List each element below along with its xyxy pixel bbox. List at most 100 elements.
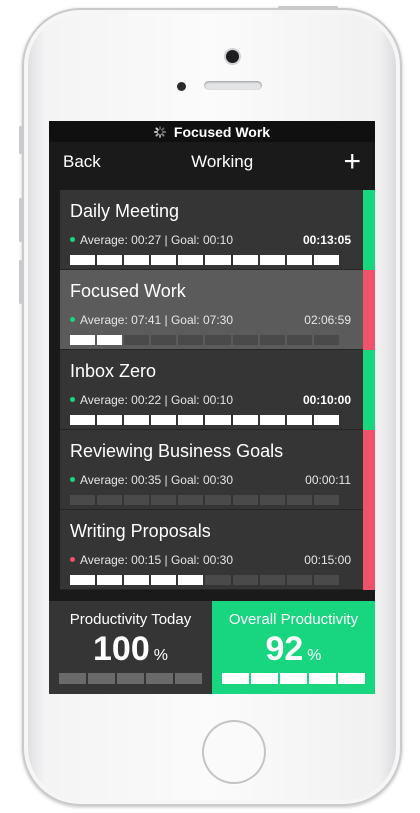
- productivity-bar-segment: [251, 673, 278, 684]
- goal-status-indicator: [363, 270, 375, 350]
- app-screen: Focused Work Back Working + Daily Meetin…: [49, 121, 375, 694]
- power-button: [278, 6, 338, 9]
- productivity-bar-segment: [117, 673, 144, 684]
- status-dot-icon: [70, 477, 75, 483]
- goal-status-indicator: [363, 510, 375, 590]
- task-elapsed-time: 00:00:11: [305, 473, 351, 487]
- task-average-goal: Average: 07:41 | Goal: 07:30: [70, 313, 233, 327]
- productivity-bar-segment: [175, 673, 202, 684]
- nav-title: Working: [191, 152, 254, 171]
- productivity-bar-segment: [88, 673, 115, 684]
- task-elapsed-time: 00:15:00: [304, 553, 351, 567]
- progress-segment: [178, 575, 204, 585]
- productivity-today-number: 100: [93, 630, 150, 668]
- task-name: Writing Proposals: [70, 521, 211, 541]
- task-meta: Average: 00:15 | Goal: 00:30 00:15:00: [70, 553, 351, 567]
- progress-segment: [151, 575, 177, 585]
- productivity-bar-segment: [59, 673, 86, 684]
- overall-productivity-unit: %: [307, 647, 322, 664]
- progress-segment: [286, 415, 312, 425]
- overall-productivity-bars: [222, 673, 365, 684]
- progress-segment: [286, 495, 312, 505]
- status-title: Focused Work: [173, 123, 271, 140]
- progress-segment: [97, 495, 123, 505]
- productivity-bar-segment: [146, 673, 173, 684]
- progress-segment: [178, 255, 204, 265]
- productivity-bar-segment: [338, 673, 365, 684]
- status-dot-icon: [70, 397, 75, 403]
- task-meta: Average: 00:22 | Goal: 00:10 00:10:00: [70, 393, 351, 407]
- task-row[interactable]: Inbox Zero Average: 00:22 | Goal: 00:10 00…: [60, 350, 375, 430]
- progress-segment: [313, 335, 339, 345]
- progress-segment: [313, 415, 339, 425]
- progress-segment: [313, 255, 339, 265]
- progress-segment: [151, 335, 177, 345]
- progress-segment: [205, 575, 231, 585]
- earpiece-speaker: [204, 81, 262, 90]
- productivity-bar-segment: [222, 673, 249, 684]
- task-average-text: Average: 00:27 | Goal: 00:10: [80, 233, 234, 247]
- task-average-text: Average: 00:22 | Goal: 00:10: [80, 393, 234, 407]
- status-dot-icon: [70, 557, 75, 563]
- progress-segment: [70, 255, 96, 265]
- progress-segment: [97, 255, 123, 265]
- progress-segment: [97, 415, 123, 425]
- progress-segment: [205, 255, 231, 265]
- overall-productivity-label: Overall Productivity: [228, 611, 359, 628]
- status-dot-icon: [70, 237, 75, 243]
- progress-segment: [178, 335, 204, 345]
- overall-productivity-number: 92: [265, 630, 304, 668]
- progress-segment: [259, 335, 285, 345]
- productivity-today-bars: [59, 673, 202, 684]
- task-elapsed-time: 00:10:00: [302, 393, 351, 407]
- task-row[interactable]: Focused Work Average: 07:41 | Goal: 07:30…: [60, 270, 375, 350]
- productivity-today-label: Productivity Today: [69, 611, 192, 628]
- task-average-goal: Average: 00:22 | Goal: 00:10: [70, 393, 233, 407]
- task-row[interactable]: Writing Proposals Average: 00:15 | Goal: …: [60, 510, 375, 590]
- task-list: Daily Meeting Average: 00:27 | Goal: 00:1…: [60, 190, 375, 601]
- progress-segment: [97, 575, 123, 585]
- task-average-text: Average: 07:41 | Goal: 07:30: [80, 313, 234, 327]
- progress-segment: [205, 415, 231, 425]
- progress-segment: [151, 255, 177, 265]
- task-name: Inbox Zero: [70, 361, 157, 381]
- task-average-goal: Average: 00:27 | Goal: 00:10: [70, 233, 233, 247]
- home-button[interactable]: [202, 720, 266, 784]
- task-row[interactable]: Reviewing Business Goals Average: 00:35 |…: [60, 430, 375, 510]
- task-progress-bar: [70, 335, 339, 345]
- progress-segment: [70, 335, 96, 345]
- progress-segment: [70, 415, 96, 425]
- back-button[interactable]: Back: [63, 152, 101, 172]
- progress-segment: [205, 335, 231, 345]
- goal-status-indicator: [363, 430, 375, 510]
- task-progress-bar: [70, 255, 339, 265]
- goal-status-indicator: [363, 190, 375, 270]
- productivity-bar-segment: [280, 673, 307, 684]
- task-row[interactable]: Daily Meeting Average: 00:27 | Goal: 00:1…: [60, 190, 375, 270]
- progress-segment: [232, 335, 258, 345]
- task-average-goal: Average: 00:15 | Goal: 00:30: [70, 553, 233, 567]
- task-average-text: Average: 00:35 | Goal: 00:30: [80, 473, 234, 487]
- progress-segment: [151, 495, 177, 505]
- progress-segment: [70, 575, 96, 585]
- progress-segment: [124, 415, 150, 425]
- progress-segment: [313, 495, 339, 505]
- progress-segment: [232, 575, 258, 585]
- productivity-today-panel: Productivity Today 100%: [49, 601, 212, 694]
- progress-segment: [70, 495, 96, 505]
- front-camera: [226, 50, 239, 63]
- progress-segment: [286, 575, 312, 585]
- progress-segment: [259, 255, 285, 265]
- task-progress-bar: [70, 415, 339, 425]
- progress-segment: [205, 495, 231, 505]
- overall-productivity-value: 92%: [212, 630, 375, 669]
- navigation-bar: Back Working +: [49, 142, 375, 182]
- progress-segment: [232, 255, 258, 265]
- progress-segment: [259, 495, 285, 505]
- add-task-button[interactable]: +: [343, 147, 361, 177]
- progress-segment: [259, 415, 285, 425]
- progress-segment: [232, 415, 258, 425]
- task-progress-bar: [70, 495, 339, 505]
- productivity-today-value: 100%: [49, 630, 212, 669]
- status-bar: Focused Work: [49, 121, 375, 142]
